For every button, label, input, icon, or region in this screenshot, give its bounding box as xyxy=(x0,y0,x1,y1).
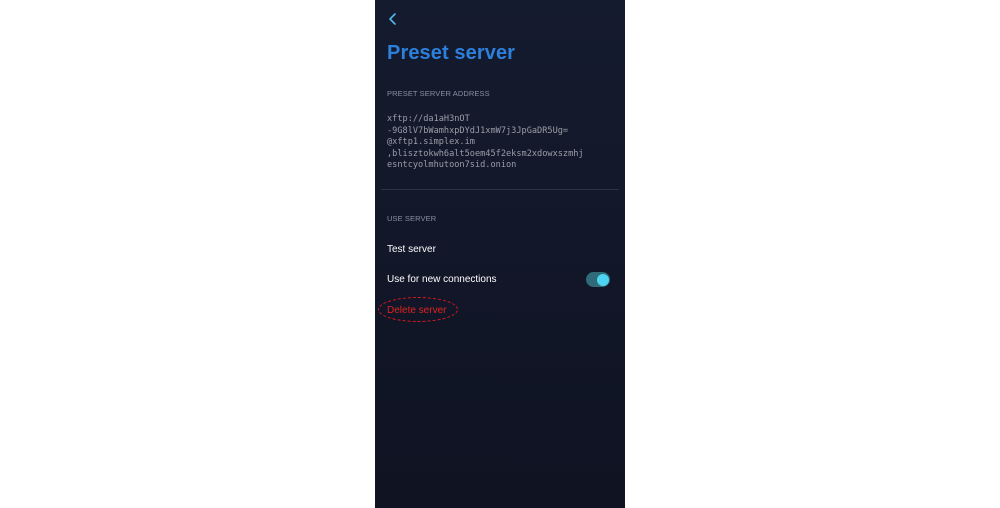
preset-address-header: PRESET SERVER ADDRESS xyxy=(387,89,490,98)
page-title: Preset server xyxy=(387,42,516,64)
section-divider xyxy=(381,189,619,190)
use-new-connections-toggle[interactable] xyxy=(586,272,610,287)
phone-screen: Preset server PRESET SERVER ADDRESS xftp… xyxy=(375,0,625,508)
server-address-text: xftp://da1aH3nOT -9G8lV7bWamhxpDYdJ1xmW7… xyxy=(387,114,584,170)
chevron-left-icon xyxy=(389,13,396,25)
back-button[interactable] xyxy=(385,10,401,28)
delete-server-button[interactable]: Delete server xyxy=(378,297,460,324)
use-server-header: USE SERVER xyxy=(387,214,437,223)
use-new-connections-label: Use for new connections xyxy=(387,274,497,285)
toggle-knob xyxy=(597,273,609,286)
delete-server-label: Delete server xyxy=(387,305,447,316)
test-server-button[interactable]: Test server xyxy=(387,244,436,255)
